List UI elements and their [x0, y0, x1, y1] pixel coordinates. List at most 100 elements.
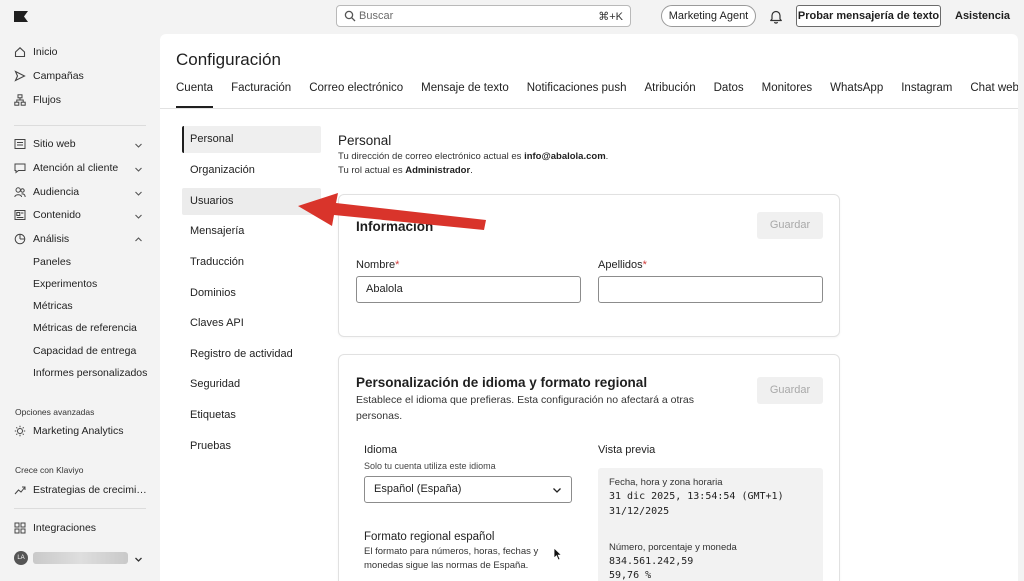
preview-number-label: Número, porcentaje y moneda: [609, 542, 737, 553]
preview-datetime-value: 31 dic 2025, 13:54:54 (GMT+1): [609, 491, 784, 502]
try-sms-button[interactable]: Probar mensajería de texto: [796, 5, 941, 27]
help-link[interactable]: Asistencia: [955, 10, 1010, 22]
avatar[interactable]: LA: [14, 551, 28, 565]
audience-icon: [14, 187, 26, 198]
sidebar-item-label: Atención al cliente: [33, 162, 119, 174]
role-line: Tu rol actual es Administrador.: [338, 165, 473, 176]
advanced-options-heading: Opciones avanzadas: [15, 407, 95, 417]
klaviyo-logo-icon[interactable]: [14, 11, 28, 22]
tab-attribution[interactable]: Atribución: [644, 82, 695, 104]
sidebar-item-analytics[interactable]: Análisis: [14, 233, 69, 245]
language-hint: Solo tu cuenta utiliza este idioma: [364, 461, 496, 471]
locale-card-title: Personalización de idioma y formato regi…: [356, 375, 648, 390]
sidebar-divider: [14, 508, 146, 509]
first-name-label: Nombre*: [356, 259, 400, 271]
search-input[interactable]: Buscar ⌘+K: [336, 5, 631, 27]
language-select[interactable]: Español (España): [364, 476, 572, 503]
send-icon: [14, 70, 26, 82]
grow-heading: Crece con Klaviyo: [15, 465, 84, 475]
chevron-down-icon[interactable]: [134, 555, 143, 564]
search-shortcut: ⌘+K: [598, 11, 623, 23]
tab-instagram[interactable]: Instagram: [901, 82, 952, 104]
home-icon: [14, 47, 26, 58]
chevron-down-icon[interactable]: [134, 212, 143, 221]
preview-datetime-label: Fecha, hora y zona horaria: [609, 477, 723, 488]
sidebar-subitem-metrics[interactable]: Métricas: [33, 300, 73, 312]
preview-date-value: 31/12/2025: [609, 506, 670, 517]
menu-tests[interactable]: Pruebas: [182, 433, 321, 460]
sidebar-item-label: Campañas: [33, 70, 84, 82]
menu-organization[interactable]: Organización: [182, 157, 321, 184]
chevron-down-icon[interactable]: [134, 189, 143, 198]
required-mark: *: [395, 259, 400, 271]
tab-email[interactable]: Correo electrónico: [309, 82, 403, 104]
top-bar: Buscar ⌘+K Marketing Agent Probar mensaj…: [0, 0, 1024, 34]
save-button[interactable]: Guardar: [757, 377, 823, 404]
menu-security[interactable]: Seguridad: [182, 371, 321, 398]
sidebar-subitem-dashboards[interactable]: Paneles: [33, 256, 71, 268]
tab-sms[interactable]: Mensaje de texto: [421, 82, 509, 104]
integrations-icon: [14, 522, 26, 534]
tab-push[interactable]: Notificaciones push: [527, 82, 627, 104]
first-name-field[interactable]: Abalola: [356, 276, 581, 303]
marketing-agent-button[interactable]: Marketing Agent: [661, 5, 756, 27]
tab-billing[interactable]: Facturación: [231, 82, 291, 104]
sidebar-item-label: Inicio: [33, 46, 58, 58]
sidebar-divider: [14, 125, 146, 126]
tab-account[interactable]: Cuenta: [176, 82, 214, 108]
bell-icon[interactable]: [769, 9, 783, 24]
chevron-down-icon[interactable]: [134, 141, 143, 150]
sidebar-item-label: Audiencia: [33, 186, 80, 198]
tabs-divider: [160, 108, 1018, 109]
content-icon: [14, 210, 26, 220]
sidebar-item-marketing-analytics[interactable]: Marketing Analytics: [14, 425, 123, 437]
tab-whatsapp[interactable]: WhatsApp: [830, 82, 883, 104]
sidebar-item-label: Análisis: [33, 233, 70, 245]
chevron-down-icon[interactable]: [134, 165, 143, 174]
settings-tabs: Cuenta Facturación Correo electrónico Me…: [176, 82, 1018, 108]
chevron-up-icon[interactable]: [134, 235, 143, 244]
sidebar-item-audience[interactable]: Audiencia: [14, 186, 79, 198]
sidebar-item-flows[interactable]: Flujos: [14, 94, 61, 106]
language-label: Idioma: [364, 444, 398, 456]
analytics-icon: [14, 233, 26, 245]
sidebar-item-label: Contenido: [33, 209, 81, 221]
sidebar-item-growth-strategies[interactable]: Estrategias de crecimi…: [14, 484, 147, 496]
sidebar-subitem-benchmarks[interactable]: Métricas de referencia: [33, 322, 137, 334]
sidebar-item-label: Sitio web: [33, 138, 76, 150]
sidebar-subitem-deliverability[interactable]: Capacidad de entrega: [33, 345, 136, 357]
tab-monitors[interactable]: Monitores: [762, 82, 813, 104]
sidebar-item-website[interactable]: Sitio web: [14, 138, 76, 150]
sidebar-item-home[interactable]: Inicio: [14, 46, 58, 58]
preview-label: Vista previa: [598, 444, 656, 456]
locale-card: Personalización de idioma y formato regi…: [338, 354, 840, 581]
sidebar-item-integrations[interactable]: Integraciones: [14, 522, 96, 534]
save-button[interactable]: Guardar: [757, 212, 823, 239]
email-line: Tu dirección de correo electrónico actua…: [338, 151, 609, 162]
sidebar-item-campaigns[interactable]: Campañas: [14, 70, 84, 82]
website-icon: [14, 139, 26, 149]
tab-data[interactable]: Datos: [714, 82, 744, 104]
menu-domains[interactable]: Dominios: [182, 280, 321, 307]
preview-percent-value: 59,76 %: [609, 570, 652, 581]
menu-activity-log[interactable]: Registro de actividad: [182, 341, 321, 368]
sidebar-item-label: Flujos: [33, 94, 62, 106]
trend-up-icon: [14, 486, 26, 495]
sidebar-item-label: Estrategias de crecimi…: [33, 484, 147, 496]
menu-api-keys[interactable]: Claves API: [182, 310, 321, 337]
sidebar-item-content[interactable]: Contenido: [14, 209, 81, 221]
menu-personal[interactable]: Personal: [182, 126, 321, 153]
sidebar-subitem-custom-reports[interactable]: Informes personalizados: [33, 367, 147, 379]
sidebar-item-customer-service[interactable]: Atención al cliente: [14, 162, 118, 174]
menu-tags[interactable]: Etiquetas: [182, 402, 321, 429]
language-select-value: Español (España): [374, 483, 462, 495]
regional-format-title: Formato regional español: [364, 531, 495, 543]
account-name-blurred[interactable]: [33, 552, 128, 564]
menu-translation[interactable]: Traducción: [182, 249, 321, 276]
sidebar-subitem-experiments[interactable]: Experimentos: [33, 278, 97, 290]
tab-webchat[interactable]: Chat web: [970, 82, 1018, 104]
last-name-field[interactable]: [598, 276, 823, 303]
last-name-label: Apellidos*: [598, 259, 647, 271]
search-icon: [344, 10, 356, 22]
preview-number-value: 834.561.242,59: [609, 556, 694, 567]
